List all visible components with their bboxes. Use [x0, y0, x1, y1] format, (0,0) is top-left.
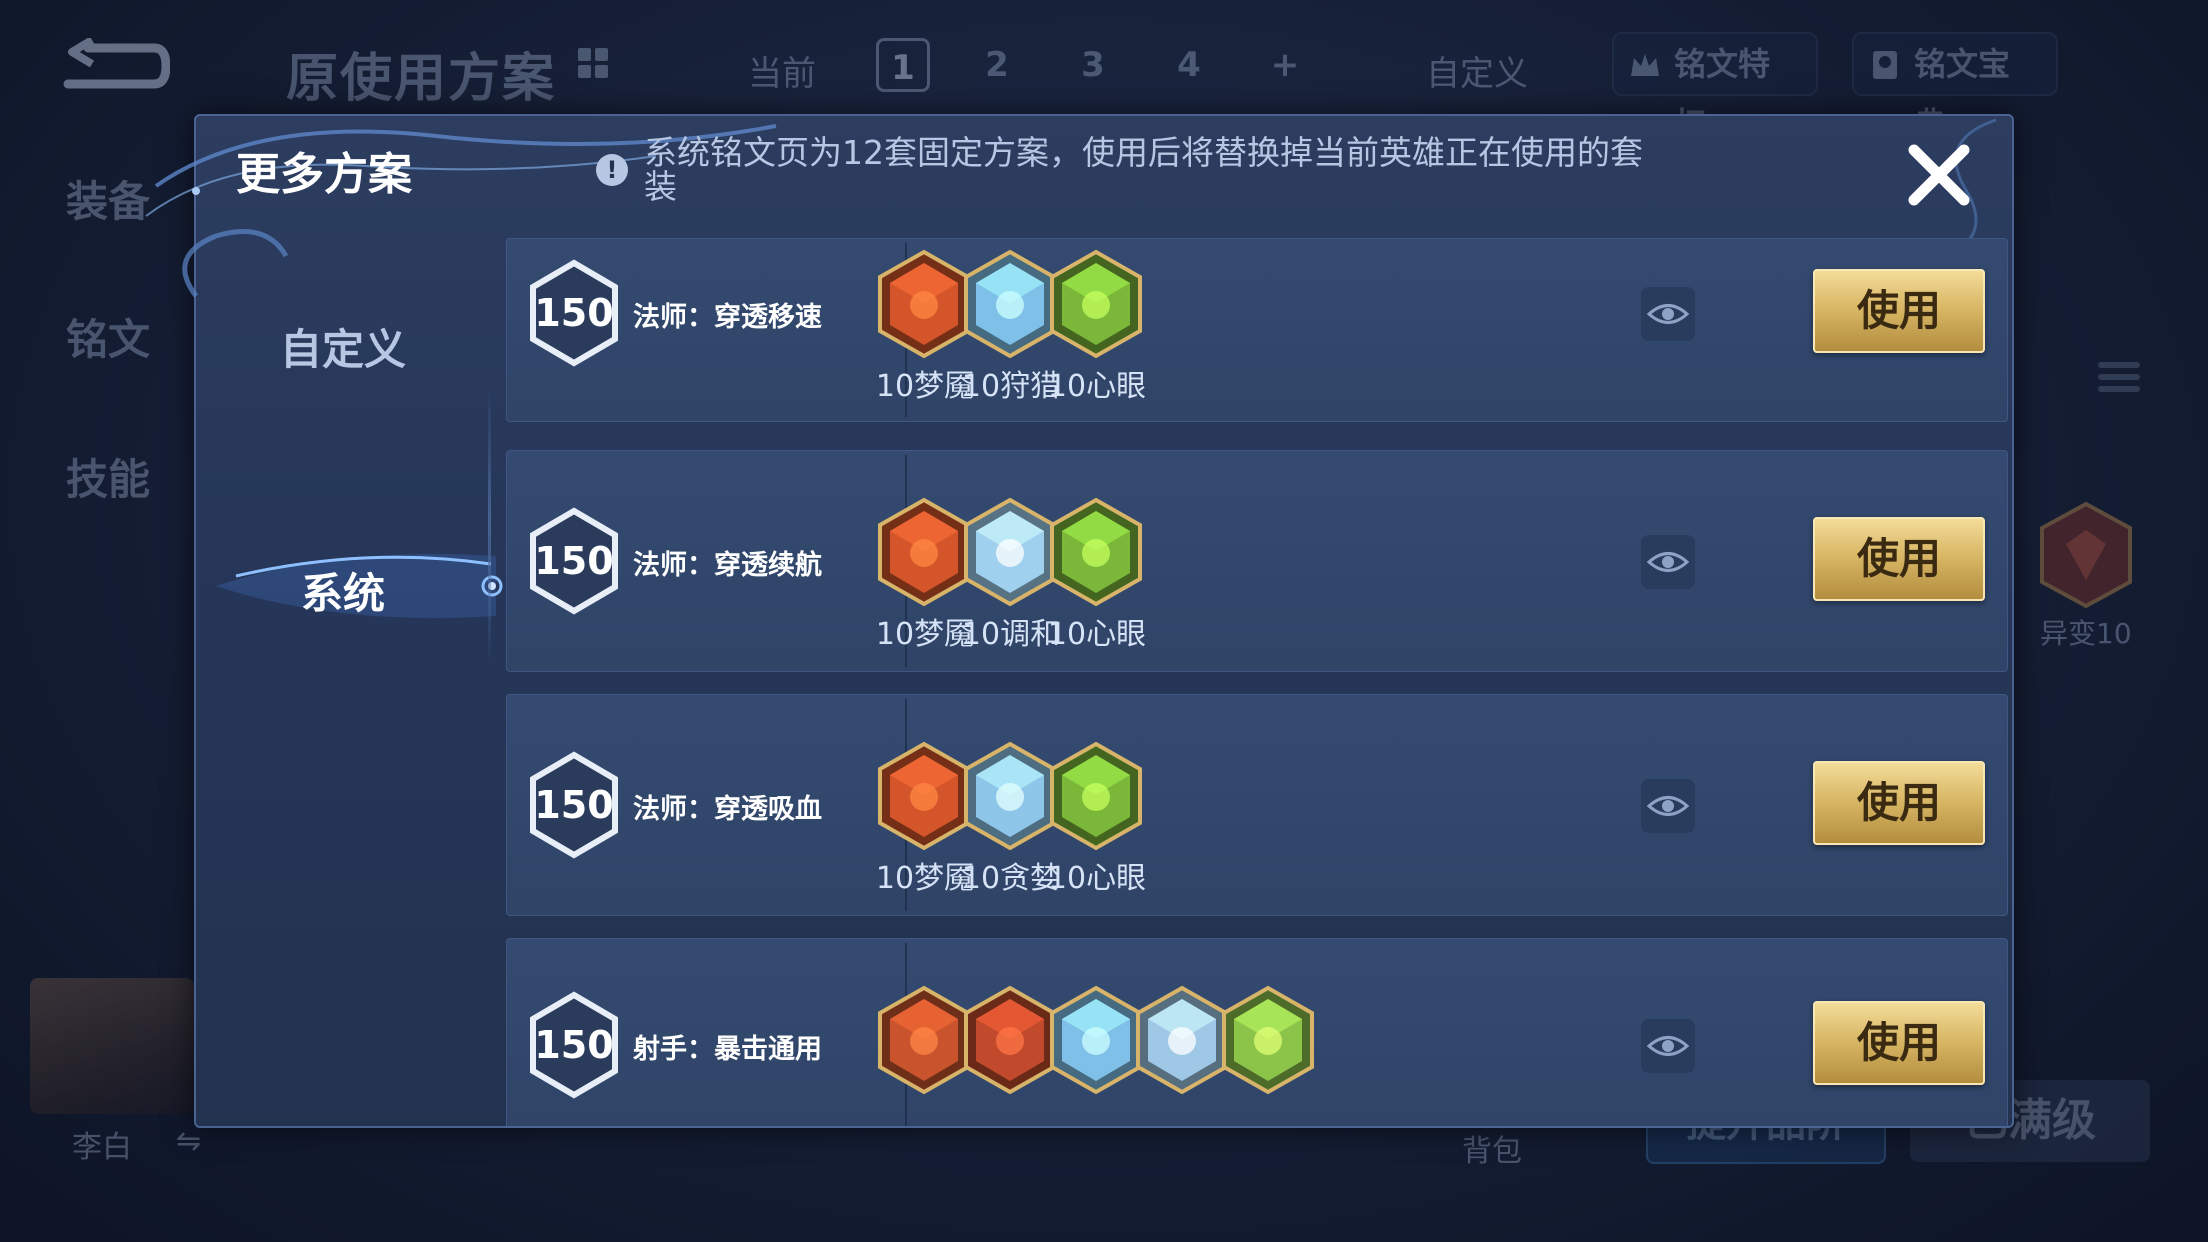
red-rose-rune-icon [878, 985, 970, 1095]
rune-slot[interactable] [961, 497, 1059, 607]
grid-icon[interactable] [578, 48, 610, 80]
scheme-row: 150 射手：暴击通用 使用 [506, 938, 2008, 1126]
rune-codex-button[interactable]: 铭文宝典 [1852, 32, 2058, 143]
level-badge: 150 [527, 259, 621, 367]
eye-icon[interactable] [1641, 779, 1695, 833]
rune-slot[interactable] [961, 985, 1059, 1095]
top-bar: 原使用方案 当前 1 2 3 4 + 自定义 铭文特权 铭文宝典 [0, 0, 2208, 143]
green-eye-rune-icon [1050, 249, 1142, 359]
use-button[interactable]: 使用 [1813, 517, 1985, 601]
level-value: 150 [534, 291, 614, 335]
page-tab-2[interactable]: 2 [970, 38, 1024, 92]
tab-system[interactable]: 系统 [196, 560, 490, 621]
scheme-name: 法师：穿透吸血 [633, 794, 822, 825]
red-dragon-rune-icon [878, 497, 970, 607]
rune-slot[interactable] [875, 985, 973, 1095]
rune-slot[interactable] [875, 497, 973, 607]
bag-label[interactable]: 背包 [1462, 1126, 1522, 1170]
notice-text: 系统铭文页为12套固定方案，使用后将替换掉当前英雄正在使用的套装 [644, 133, 1643, 206]
rune-slot[interactable] [1133, 985, 1231, 1095]
menu-icon[interactable] [2098, 356, 2140, 410]
book-icon [1873, 51, 1897, 79]
blue-drop-rune-icon [964, 497, 1056, 607]
scheme-row: 150 法师：穿透续航 10梦魇 10调和 10心眼 使用 [506, 450, 2008, 672]
rune-slot[interactable] [1219, 985, 1317, 1095]
level-badge: 150 [527, 507, 621, 615]
rune-slot[interactable] [1047, 741, 1145, 851]
level-value: 150 [534, 783, 614, 827]
scheme-name: 法师：穿透移速 [633, 302, 822, 333]
nav-divider [488, 384, 491, 664]
rune-slot[interactable] [1047, 249, 1145, 359]
page-tab-3[interactable]: 3 [1066, 38, 1120, 92]
back-arrow-icon[interactable] [58, 38, 170, 94]
use-button[interactable]: 使用 [1813, 269, 1985, 353]
hero-name: 李白 [72, 1130, 132, 1165]
blue-knot-rune-icon [1136, 985, 1228, 1095]
level-value: 150 [534, 1023, 614, 1067]
rune-slot[interactable] [961, 249, 1059, 359]
level-badge: 150 [527, 991, 621, 1099]
rune-slot[interactable] [875, 741, 973, 851]
side-tab-rune[interactable]: 铭文 [66, 306, 150, 367]
scheme-name: 法师：穿透续航 [633, 550, 822, 581]
dialog-title: 更多方案 [236, 149, 412, 200]
scheme-row: 150 法师：穿透移速 10梦魇 10狩猎 10心眼 使用 [506, 238, 2008, 422]
scheme-row: 150 法师：穿透吸血 10梦魇 10贪婪 10心眼 使用 [506, 694, 2008, 916]
mutation-label: 异变10 [2040, 617, 2132, 650]
green-eye-rune-icon [1050, 741, 1142, 851]
red-claw-rune-icon [964, 985, 1056, 1095]
page-tab-4[interactable]: 4 [1162, 38, 1216, 92]
close-icon[interactable] [1904, 140, 1974, 210]
scheme-title: 原使用方案 [286, 49, 557, 109]
custom-tab[interactable]: 自定义 [1426, 46, 1528, 95]
blue-lightning-rune-icon [964, 249, 1056, 359]
red-dragon-rune-icon [878, 249, 970, 359]
rune-privilege-button[interactable]: 铭文特权 [1612, 32, 1818, 143]
hero-portrait[interactable] [30, 978, 194, 1114]
scheme-nav: 自定义 系统 [196, 236, 503, 1116]
page-tab-1[interactable]: 1 [876, 38, 930, 92]
tab-custom[interactable]: 自定义 [196, 316, 490, 377]
green-clover-rune-icon [1222, 985, 1314, 1095]
rune-label: 10心眼 [1047, 617, 1147, 652]
scheme-list: 150 法师：穿透移速 10梦魇 10狩猎 10心眼 使用 150 法师：穿透续… [506, 238, 2008, 1126]
scheme-name: 射手：暴击通用 [633, 1034, 822, 1065]
level-value: 150 [534, 539, 614, 583]
add-page-button[interactable]: + [1258, 38, 1312, 92]
side-tab-equipment[interactable]: 装备 [66, 168, 150, 229]
current-label: 当前 [748, 54, 816, 94]
more-schemes-dialog: 更多方案 ! 系统铭文页为12套固定方案，使用后将替换掉当前英雄正在使用的套装 … [145, 114, 2014, 1128]
red-dragon-rune-icon [878, 741, 970, 851]
side-tab-skill[interactable]: 技能 [66, 446, 150, 507]
blue-lightning-rune-icon [1050, 985, 1142, 1095]
use-button[interactable]: 使用 [1813, 1001, 1985, 1085]
rune-slot[interactable] [961, 741, 1059, 851]
mutation-rune-icon[interactable] [2036, 500, 2136, 610]
blue-star-rune-icon [964, 741, 1056, 851]
eye-icon[interactable] [1641, 535, 1695, 589]
rune-slot[interactable] [1047, 985, 1145, 1095]
rune-label: 10心眼 [1047, 861, 1147, 896]
crown-icon [1631, 54, 1659, 76]
level-badge: 150 [527, 751, 621, 859]
eye-icon[interactable] [1641, 1019, 1695, 1073]
green-eye-rune-icon [1050, 497, 1142, 607]
rune-slot[interactable] [875, 249, 973, 359]
eye-icon[interactable] [1641, 287, 1695, 341]
rune-label: 10心眼 [1047, 369, 1147, 404]
rune-slot[interactable] [1047, 497, 1145, 607]
swap-icon[interactable]: ⇋ [176, 1124, 201, 1159]
info-icon: ! [596, 154, 628, 186]
use-button[interactable]: 使用 [1813, 761, 1985, 845]
